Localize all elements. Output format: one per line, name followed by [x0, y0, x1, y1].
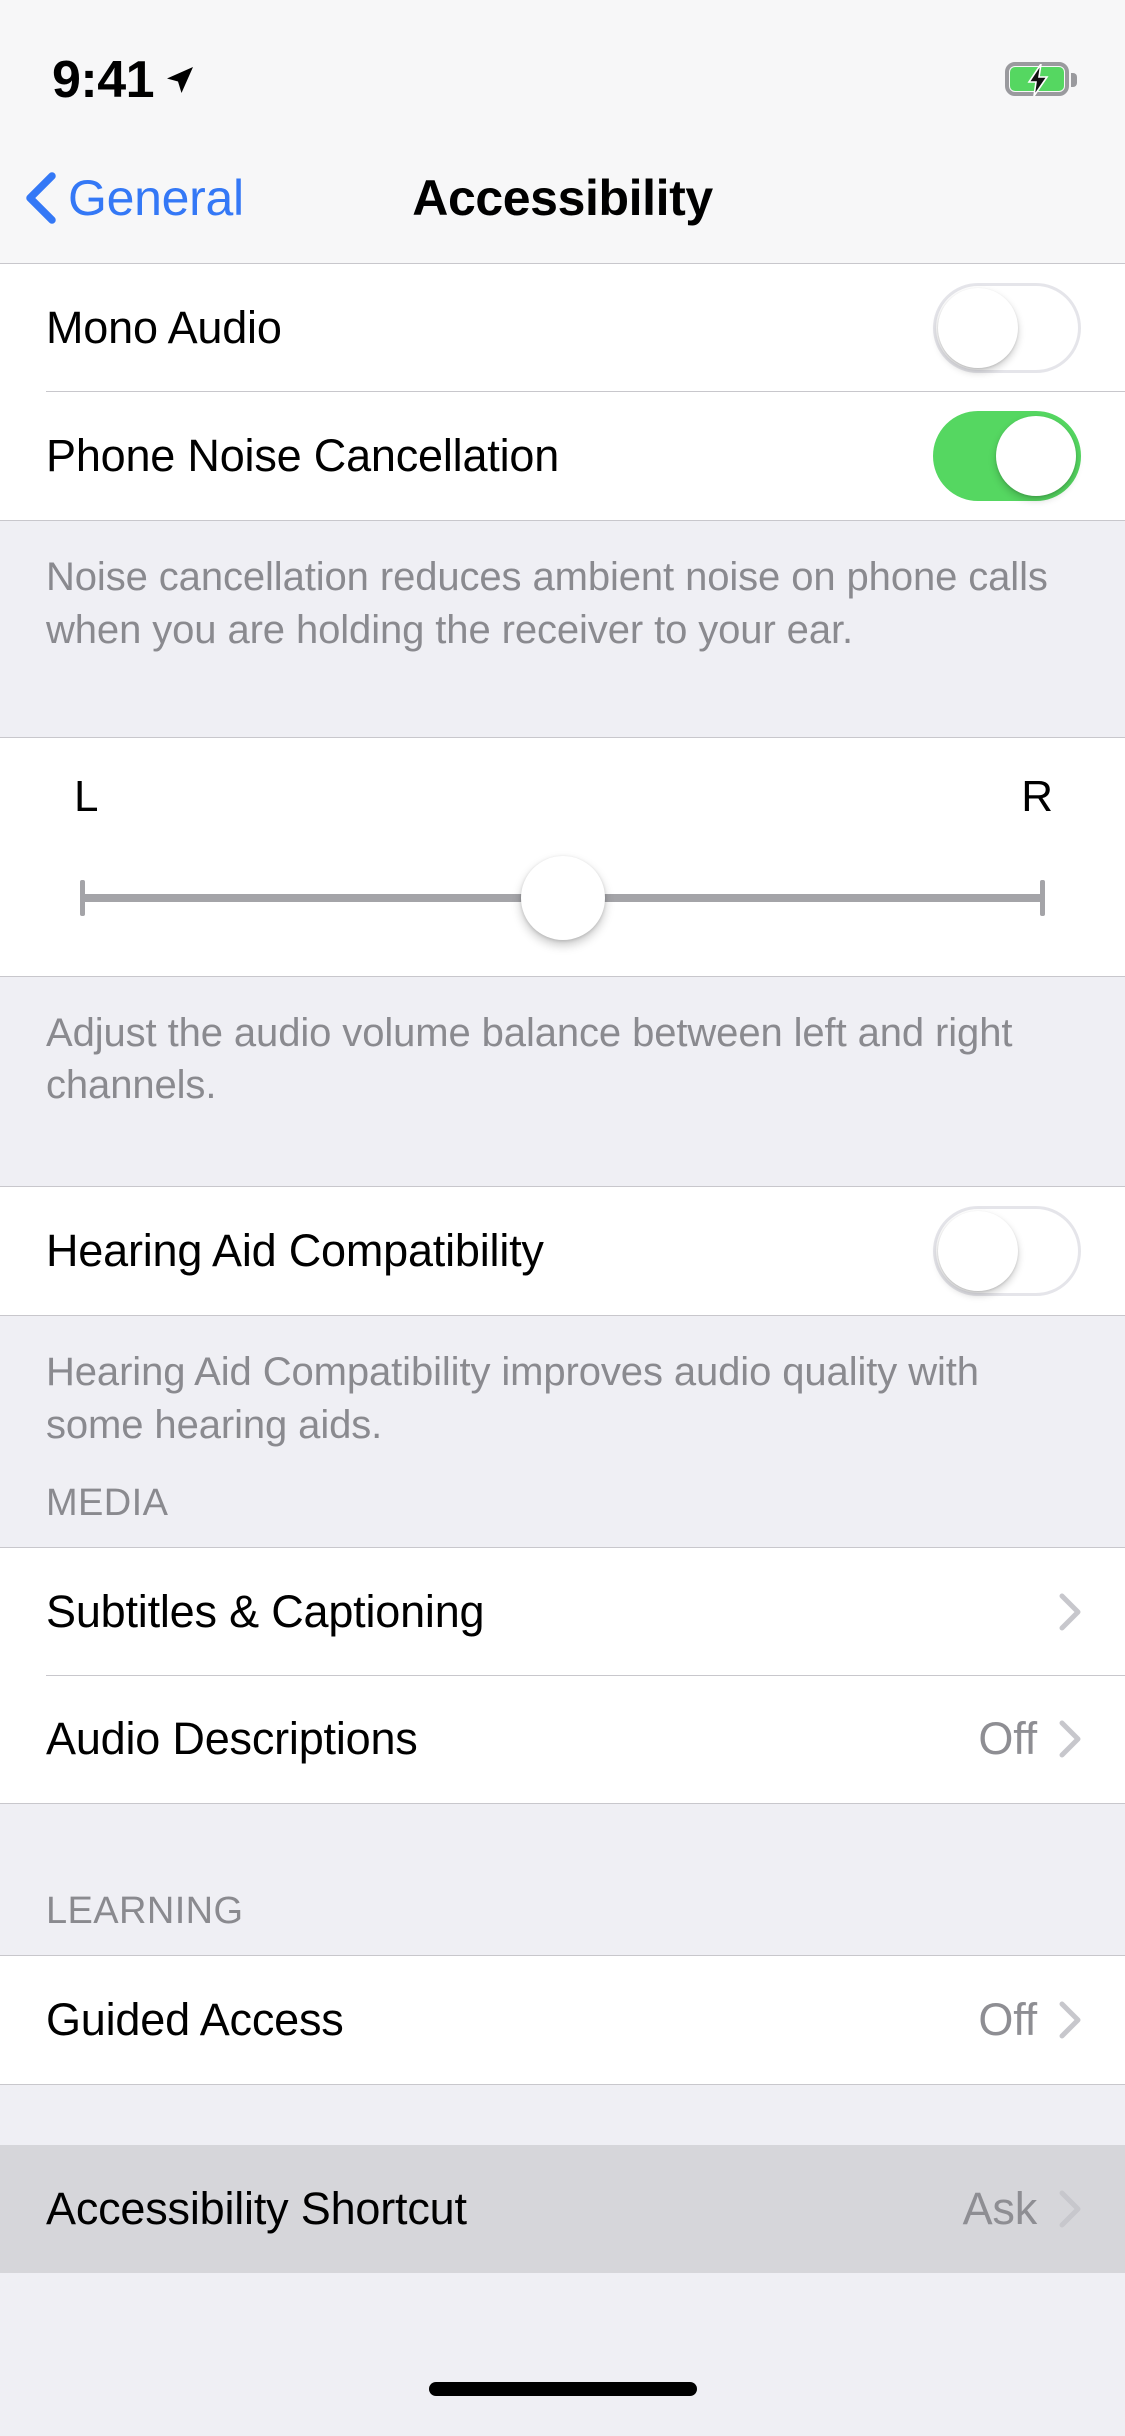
spacer-learning	[0, 1803, 1125, 1864]
toggle-knob	[938, 288, 1018, 368]
row-accessory	[1059, 1593, 1081, 1631]
row-label: Phone Noise Cancellation	[46, 430, 560, 481]
row-accessory: Off	[978, 1713, 1081, 1765]
row-label: Mono Audio	[46, 302, 282, 353]
footer-hearing-aid: Hearing Aid Compatibility improves audio…	[0, 1316, 1125, 1460]
settings-list[interactable]: Mono Audio Phone Noise Cancellation Nois…	[0, 264, 1125, 2332]
toggle-mono-audio[interactable]	[933, 283, 1081, 373]
row-accessibility-shortcut[interactable]: Accessibility Shortcut Ask	[0, 2144, 1125, 2273]
row-guided-access[interactable]: Guided Access Off	[0, 1955, 1125, 2084]
status-bar-clock: 9:41	[52, 51, 155, 109]
footer-noise-cancellation: Noise cancellation reduces ambient noise…	[0, 520, 1125, 737]
row-label: Subtitles & Captioning	[46, 1585, 485, 1637]
slider-thumb[interactable]	[520, 855, 605, 940]
row-subtitles-captioning[interactable]: Subtitles & Captioning	[0, 1547, 1125, 1676]
chevron-right-icon	[1059, 1593, 1081, 1631]
section-header-media: MEDIA	[0, 1459, 1125, 1547]
chevron-right-icon	[1059, 2001, 1081, 2039]
battery-charging-icon	[1005, 62, 1077, 98]
balance-slider[interactable]	[80, 855, 1045, 940]
iphone-screen: 9:41 General Accessibility Mono Audio Ph…	[0, 0, 1125, 2436]
group-hearing: Mono Audio Phone Noise Cancellation	[0, 264, 1125, 520]
slider-tick-left	[80, 879, 85, 916]
status-bar-right	[1005, 62, 1077, 98]
home-indicator-bar[interactable]	[428, 2382, 697, 2396]
group-hearing-aid: Hearing Aid Compatibility	[0, 1186, 1125, 1317]
footer-balance: Adjust the audio volume balance between …	[0, 976, 1125, 1187]
chevron-right-icon	[1059, 1720, 1081, 1758]
row-label: Guided Access	[46, 1993, 344, 2045]
section-header-learning: LEARNING	[0, 1863, 1125, 1955]
row-mono-audio[interactable]: Mono Audio	[0, 264, 1125, 392]
row-value: Off	[978, 1993, 1037, 2045]
row-value: Off	[978, 1713, 1037, 1765]
balance-labels: L R	[46, 772, 1079, 822]
row-accessory: Ask	[963, 2183, 1081, 2235]
location-arrow-icon	[167, 67, 194, 93]
row-accessory: Off	[978, 1994, 1081, 2046]
row-value: Ask	[962, 2182, 1038, 2234]
row-audio-descriptions[interactable]: Audio Descriptions Off	[0, 1675, 1125, 1804]
spacer-shortcut	[0, 2084, 1125, 2145]
balance-right-label: R	[1021, 771, 1053, 821]
row-label: Hearing Aid Compatibility	[46, 1225, 544, 1277]
back-button-general[interactable]: General	[0, 169, 244, 227]
toggle-knob	[996, 416, 1076, 496]
group-shortcut: Accessibility Shortcut Ask	[0, 2144, 1125, 2273]
back-button-label: General	[68, 169, 244, 226]
status-bar: 9:41	[0, 0, 1125, 132]
chevron-right-icon	[1059, 2190, 1081, 2228]
toggle-knob	[938, 1211, 1018, 1292]
charging-bolt-icon	[1027, 64, 1049, 96]
navigation-bar: General Accessibility	[0, 132, 1125, 264]
chevron-left-icon	[26, 171, 56, 224]
row-label: Accessibility Shortcut	[46, 2182, 467, 2234]
status-bar-left: 9:41	[52, 54, 196, 106]
row-hearing-aid-compatibility[interactable]: Hearing Aid Compatibility	[0, 1187, 1125, 1316]
toggle-phone-noise-cancellation[interactable]	[933, 411, 1081, 501]
slider-tick-right	[1040, 879, 1045, 916]
group-learning: Guided Access Off	[0, 1954, 1125, 2085]
battery-cap	[1071, 73, 1077, 87]
toggle-hearing-aid-compatibility[interactable]	[933, 1206, 1081, 1297]
row-label: Audio Descriptions	[46, 1713, 418, 1765]
group-balance: L R	[0, 736, 1125, 977]
group-media: Subtitles & Captioning Audio Description…	[0, 1546, 1125, 1804]
balance-left-label: L	[74, 771, 99, 821]
home-indicator-area	[0, 2332, 1125, 2436]
row-phone-noise-cancellation[interactable]: Phone Noise Cancellation	[0, 392, 1125, 520]
